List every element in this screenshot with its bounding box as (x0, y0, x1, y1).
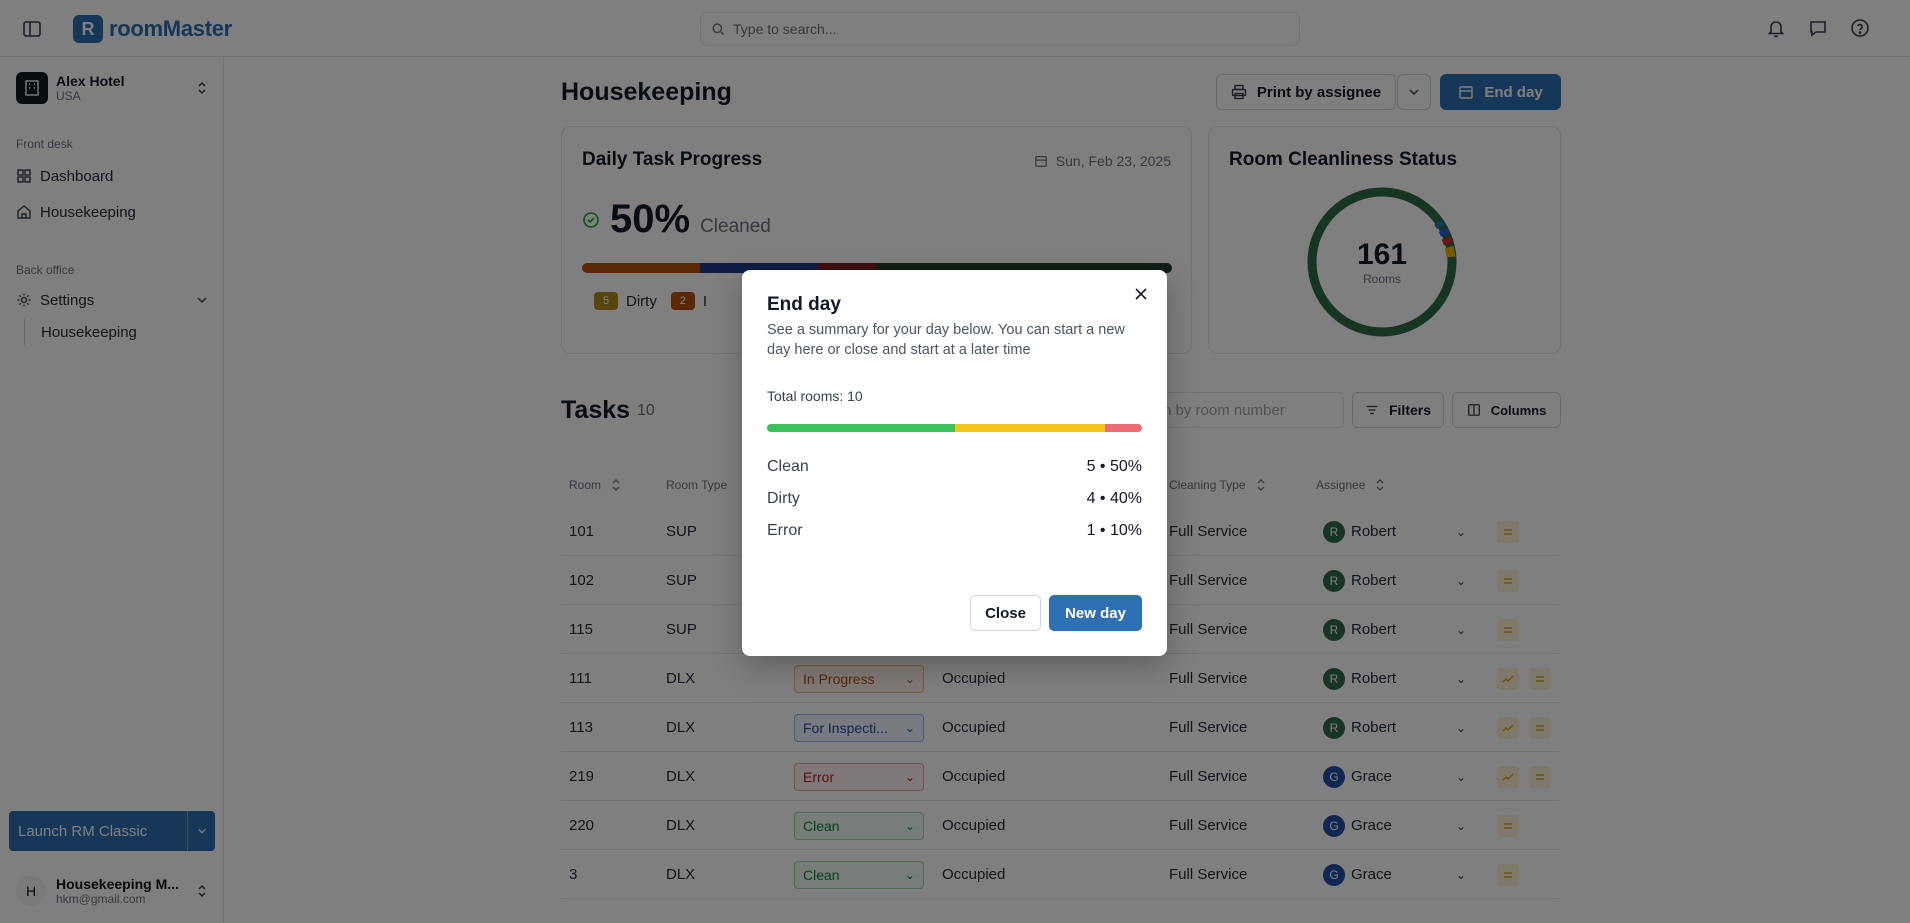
stat-label: Clean (767, 458, 809, 475)
modal-description: See a summary for your day below. You ca… (767, 322, 1125, 358)
end-day-modal: End day See a summary for your day below… (742, 270, 1167, 656)
summary-bar (767, 424, 1142, 432)
stat-label: Dirty (767, 490, 800, 507)
new-day-button[interactable]: New day (1049, 595, 1142, 631)
stat-clean: Clean 5 • 50% (767, 458, 1142, 482)
stat-value: 1 • 10% (1086, 522, 1142, 539)
stat-label: Error (767, 522, 803, 539)
modal-title: End day (767, 294, 841, 315)
summary-segment (1104, 424, 1142, 432)
modal-total-rooms: Total rooms: 10 (767, 388, 863, 404)
close-icon[interactable] (1133, 286, 1149, 302)
stat-value: 5 • 50% (1086, 458, 1142, 475)
stat-error: Error 1 • 10% (767, 522, 1142, 546)
close-button[interactable]: Close (970, 595, 1041, 631)
stat-dirty: Dirty 4 • 40% (767, 490, 1142, 514)
stat-value: 4 • 40% (1086, 490, 1142, 507)
summary-segment (954, 424, 1105, 432)
summary-segment (767, 424, 955, 432)
